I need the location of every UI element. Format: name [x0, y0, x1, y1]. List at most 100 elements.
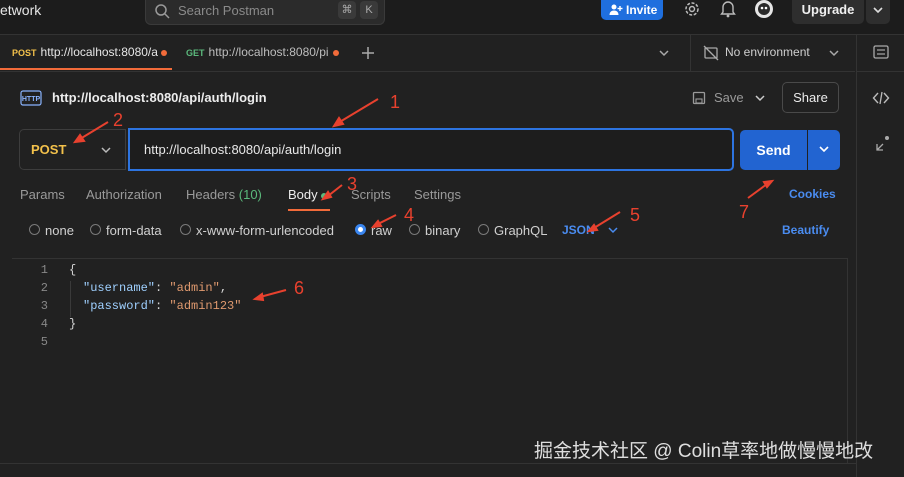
headers-count: (10) — [238, 187, 262, 202]
unsaved-dot — [333, 50, 339, 56]
body-indicator-dot — [321, 192, 328, 199]
json-key: "username" — [83, 281, 156, 295]
annotation-label-3: 3 — [347, 174, 358, 194]
related-collections-icon[interactable] — [874, 133, 892, 153]
save-icon — [692, 91, 706, 105]
save-label: Save — [714, 90, 744, 105]
json-key: "password" — [83, 299, 156, 313]
tab-url: http://localhost:8080/a — [40, 45, 158, 59]
tab-body[interactable]: Body — [288, 187, 328, 202]
url-input[interactable]: http://localhost:8080/api/auth/login — [128, 128, 734, 171]
workspace-title[interactable]: etwork — [0, 0, 41, 20]
user-avatar-icon[interactable] — [753, 0, 775, 20]
annotation-label-5: 5 — [630, 205, 641, 225]
invite-label: Invite — [626, 3, 658, 17]
chevron-down-icon — [829, 50, 839, 57]
tab-authorization[interactable]: Authorization — [86, 187, 162, 202]
upgrade-menu-button[interactable] — [866, 0, 890, 24]
chevron-down-icon — [101, 147, 111, 154]
annotation-arrowhead-1 — [331, 116, 345, 128]
annotation-label-7: 7 — [739, 202, 750, 222]
active-tab-underline — [288, 209, 330, 211]
radio-urlencoded[interactable] — [180, 224, 191, 235]
annotation-arrow-3 — [327, 184, 343, 197]
invite-button[interactable]: Invite — [601, 0, 663, 20]
code-line: } — [69, 317, 76, 331]
radio-raw[interactable] — [355, 224, 366, 235]
tab-method: GET — [186, 48, 205, 58]
new-tab-plus-icon[interactable] — [360, 45, 376, 61]
no-environment-icon — [703, 45, 719, 61]
line-number: 2 — [40, 281, 48, 295]
body-label: Body — [288, 187, 318, 202]
http-request-icon: HTTP — [20, 90, 42, 106]
chevron-down-icon — [873, 7, 883, 14]
tab-post-login[interactable]: POST http://localhost:8080/a — [0, 35, 172, 70]
radio-graphql[interactable] — [478, 224, 489, 235]
code-line: "username": "admin", — [83, 281, 228, 295]
indent-guide — [70, 281, 71, 317]
radio-urlencoded-label[interactable]: x-www-form-urlencoded — [196, 223, 334, 238]
cookies-link[interactable]: Cookies — [789, 187, 836, 201]
method-label: POST — [31, 142, 67, 157]
tab-params[interactable]: Params — [20, 187, 65, 202]
method-selector[interactable]: POST — [19, 129, 126, 170]
annotation-label-6: 6 — [294, 278, 305, 298]
share-button[interactable]: Share — [782, 82, 839, 113]
line-number: 5 — [40, 335, 48, 349]
annotation-arrowhead-7 — [762, 179, 775, 189]
json-value: "admin123" — [169, 299, 242, 313]
line-number: 3 — [40, 299, 48, 313]
chevron-down-icon[interactable] — [754, 94, 766, 104]
tab-url: http://localhost:8080/pi — [208, 45, 329, 59]
unsaved-dot — [161, 50, 167, 56]
divider — [0, 463, 856, 464]
annotation-label-4: 4 — [404, 205, 415, 225]
code-snippet-icon[interactable] — [872, 90, 890, 106]
chevron-down-icon — [819, 146, 829, 153]
send-options-button[interactable] — [808, 130, 840, 170]
chevron-down-icon[interactable] — [607, 226, 619, 236]
radio-form-data[interactable] — [90, 224, 101, 235]
brace: { — [69, 263, 77, 277]
radio-binary-label[interactable]: binary — [425, 223, 460, 238]
search-placeholder: Search Postman — [178, 3, 275, 18]
settings-gear-icon[interactable] — [683, 0, 701, 18]
environment-quick-look-icon[interactable] — [872, 44, 890, 60]
code-line: { — [69, 263, 76, 277]
radio-none[interactable] — [29, 224, 40, 235]
json-value: "admin" — [169, 281, 220, 295]
brace: } — [69, 317, 77, 331]
right-sidebar — [856, 35, 904, 477]
annotation-arrow-1 — [337, 98, 379, 124]
tabs-overflow-chevron-icon[interactable] — [658, 48, 670, 58]
upgrade-button[interactable]: Upgrade — [792, 0, 864, 24]
url-value: http://localhost:8080/api/auth/login — [144, 142, 342, 157]
environment-label: No environment — [725, 45, 810, 59]
k-key-hint: K — [360, 1, 378, 19]
watermark: 掘金技术社区 @ Colin草率地做慢慢地改 — [534, 441, 874, 462]
radio-none-label[interactable]: none — [45, 223, 74, 238]
notifications-bell-icon[interactable] — [720, 0, 736, 18]
top-bar: etwork Search Postman ⌘ K Invite Upgrade — [0, 0, 904, 35]
radio-raw-label[interactable]: raw — [371, 223, 392, 238]
body-format-selector[interactable]: JSON — [562, 223, 595, 237]
send-button[interactable]: Send — [740, 130, 807, 170]
body-editor[interactable]: 1 2 3 4 5 { "username": "admin", "passwo… — [12, 258, 848, 464]
tab-get-request[interactable]: GET http://localhost:8080/pi — [174, 35, 346, 70]
search-bar[interactable]: Search Postman ⌘ K — [145, 0, 385, 25]
line-number: 4 — [40, 317, 48, 331]
request-title[interactable]: http://localhost:8080/api/auth/login — [52, 90, 267, 105]
code-line: "password": "admin123" — [83, 299, 242, 313]
tab-headers[interactable]: Headers (10) — [186, 187, 262, 202]
radio-graphql-label[interactable]: GraphQL — [494, 223, 547, 238]
headers-label: Headers — [186, 187, 236, 202]
environment-selector[interactable]: No environment — [690, 35, 856, 71]
annotation-arrow-7 — [747, 183, 768, 199]
annotation-label-1: 1 — [390, 92, 401, 112]
radio-form-data-label[interactable]: form-data — [106, 223, 162, 238]
beautify-button[interactable]: Beautify — [782, 223, 829, 237]
search-icon — [155, 4, 170, 19]
save-button[interactable]: Save — [690, 87, 772, 109]
tab-settings[interactable]: Settings — [414, 187, 461, 202]
